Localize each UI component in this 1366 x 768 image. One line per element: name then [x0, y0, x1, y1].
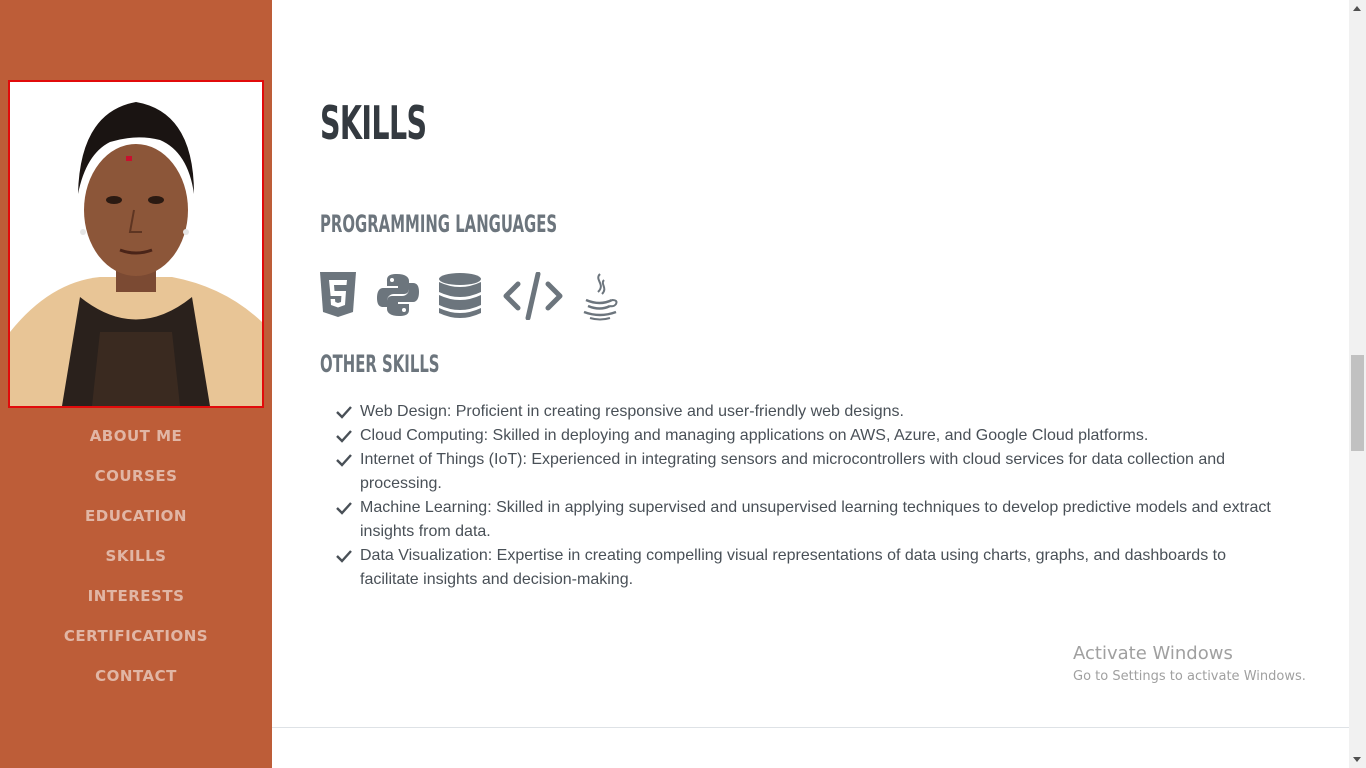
nav-link-courses[interactable]: COURSES — [95, 467, 178, 485]
nav-link-education[interactable]: EDUCATION — [85, 507, 187, 525]
vertical-scrollbar[interactable] — [1349, 0, 1366, 768]
nav-item-skills[interactable]: SKILLS — [0, 544, 272, 584]
nav-link-contact[interactable]: CONTACT — [95, 667, 177, 685]
database-icon — [438, 272, 482, 320]
nav-link-certifications[interactable]: CERTIFICATIONS — [64, 627, 208, 645]
python-icon — [376, 272, 420, 320]
list-item: Web Design: Proficient in creating respo… — [336, 400, 1276, 424]
programming-languages-heading: PROGRAMMING LANGUAGES — [320, 210, 558, 238]
list-item: Internet of Things (IoT): Experienced in… — [336, 448, 1276, 496]
check-icon — [336, 430, 352, 443]
check-icon — [336, 454, 352, 467]
scroll-down-arrow-icon[interactable] — [1353, 757, 1361, 762]
nav-link-skills[interactable]: SKILLS — [106, 547, 167, 565]
nav-link-about[interactable]: ABOUT ME — [90, 427, 183, 445]
sidebar: ABOUT ME COURSES EDUCATION SKILLS INTERE… — [0, 0, 272, 768]
other-skills-heading: OTHER SKILLS — [320, 350, 440, 378]
list-item: Cloud Computing: Skilled in deploying an… — [336, 424, 1276, 448]
skill-text: Cloud Computing: Skilled in deploying an… — [360, 427, 1149, 444]
nav-item-certifications[interactable]: CERTIFICATIONS — [0, 624, 272, 664]
section-divider — [272, 727, 1349, 728]
skill-text: Machine Learning: Skilled in applying su… — [360, 499, 1271, 540]
nav-item-contact[interactable]: CONTACT — [0, 664, 272, 704]
nav-item-education[interactable]: EDUCATION — [0, 504, 272, 544]
watermark-title: Activate Windows — [1073, 643, 1233, 664]
list-item: Machine Learning: Skilled in applying su… — [336, 496, 1276, 544]
skill-text: Web Design: Proficient in creating respo… — [360, 403, 904, 420]
check-icon — [336, 550, 352, 563]
nav-link-interests[interactable]: INTERESTS — [88, 587, 185, 605]
list-item: Data Visualization: Expertise in creatin… — [336, 544, 1276, 592]
check-icon — [336, 406, 352, 419]
skills-list: Web Design: Proficient in creating respo… — [336, 400, 1276, 592]
nav-item-about[interactable]: ABOUT ME — [0, 424, 272, 464]
code-icon — [502, 272, 564, 320]
scrollbar-thumb[interactable] — [1351, 355, 1364, 451]
html5-icon — [320, 272, 356, 320]
activate-windows-watermark: Activate Windows Go to Settings to activ… — [1073, 643, 1306, 689]
sidebar-nav: ABOUT ME COURSES EDUCATION SKILLS INTERE… — [0, 424, 272, 704]
java-icon — [580, 272, 620, 321]
check-icon — [336, 502, 352, 515]
profile-photo — [8, 80, 264, 408]
skill-text: Data Visualization: Expertise in creatin… — [360, 547, 1226, 588]
scroll-up-arrow-icon[interactable] — [1353, 6, 1361, 11]
section-title: SKILLS — [320, 96, 427, 150]
nav-item-interests[interactable]: INTERESTS — [0, 584, 272, 624]
nav-item-courses[interactable]: COURSES — [0, 464, 272, 504]
watermark-subtitle: Go to Settings to activate Windows. — [1073, 669, 1306, 684]
skill-text: Internet of Things (IoT): Experienced in… — [360, 451, 1226, 492]
